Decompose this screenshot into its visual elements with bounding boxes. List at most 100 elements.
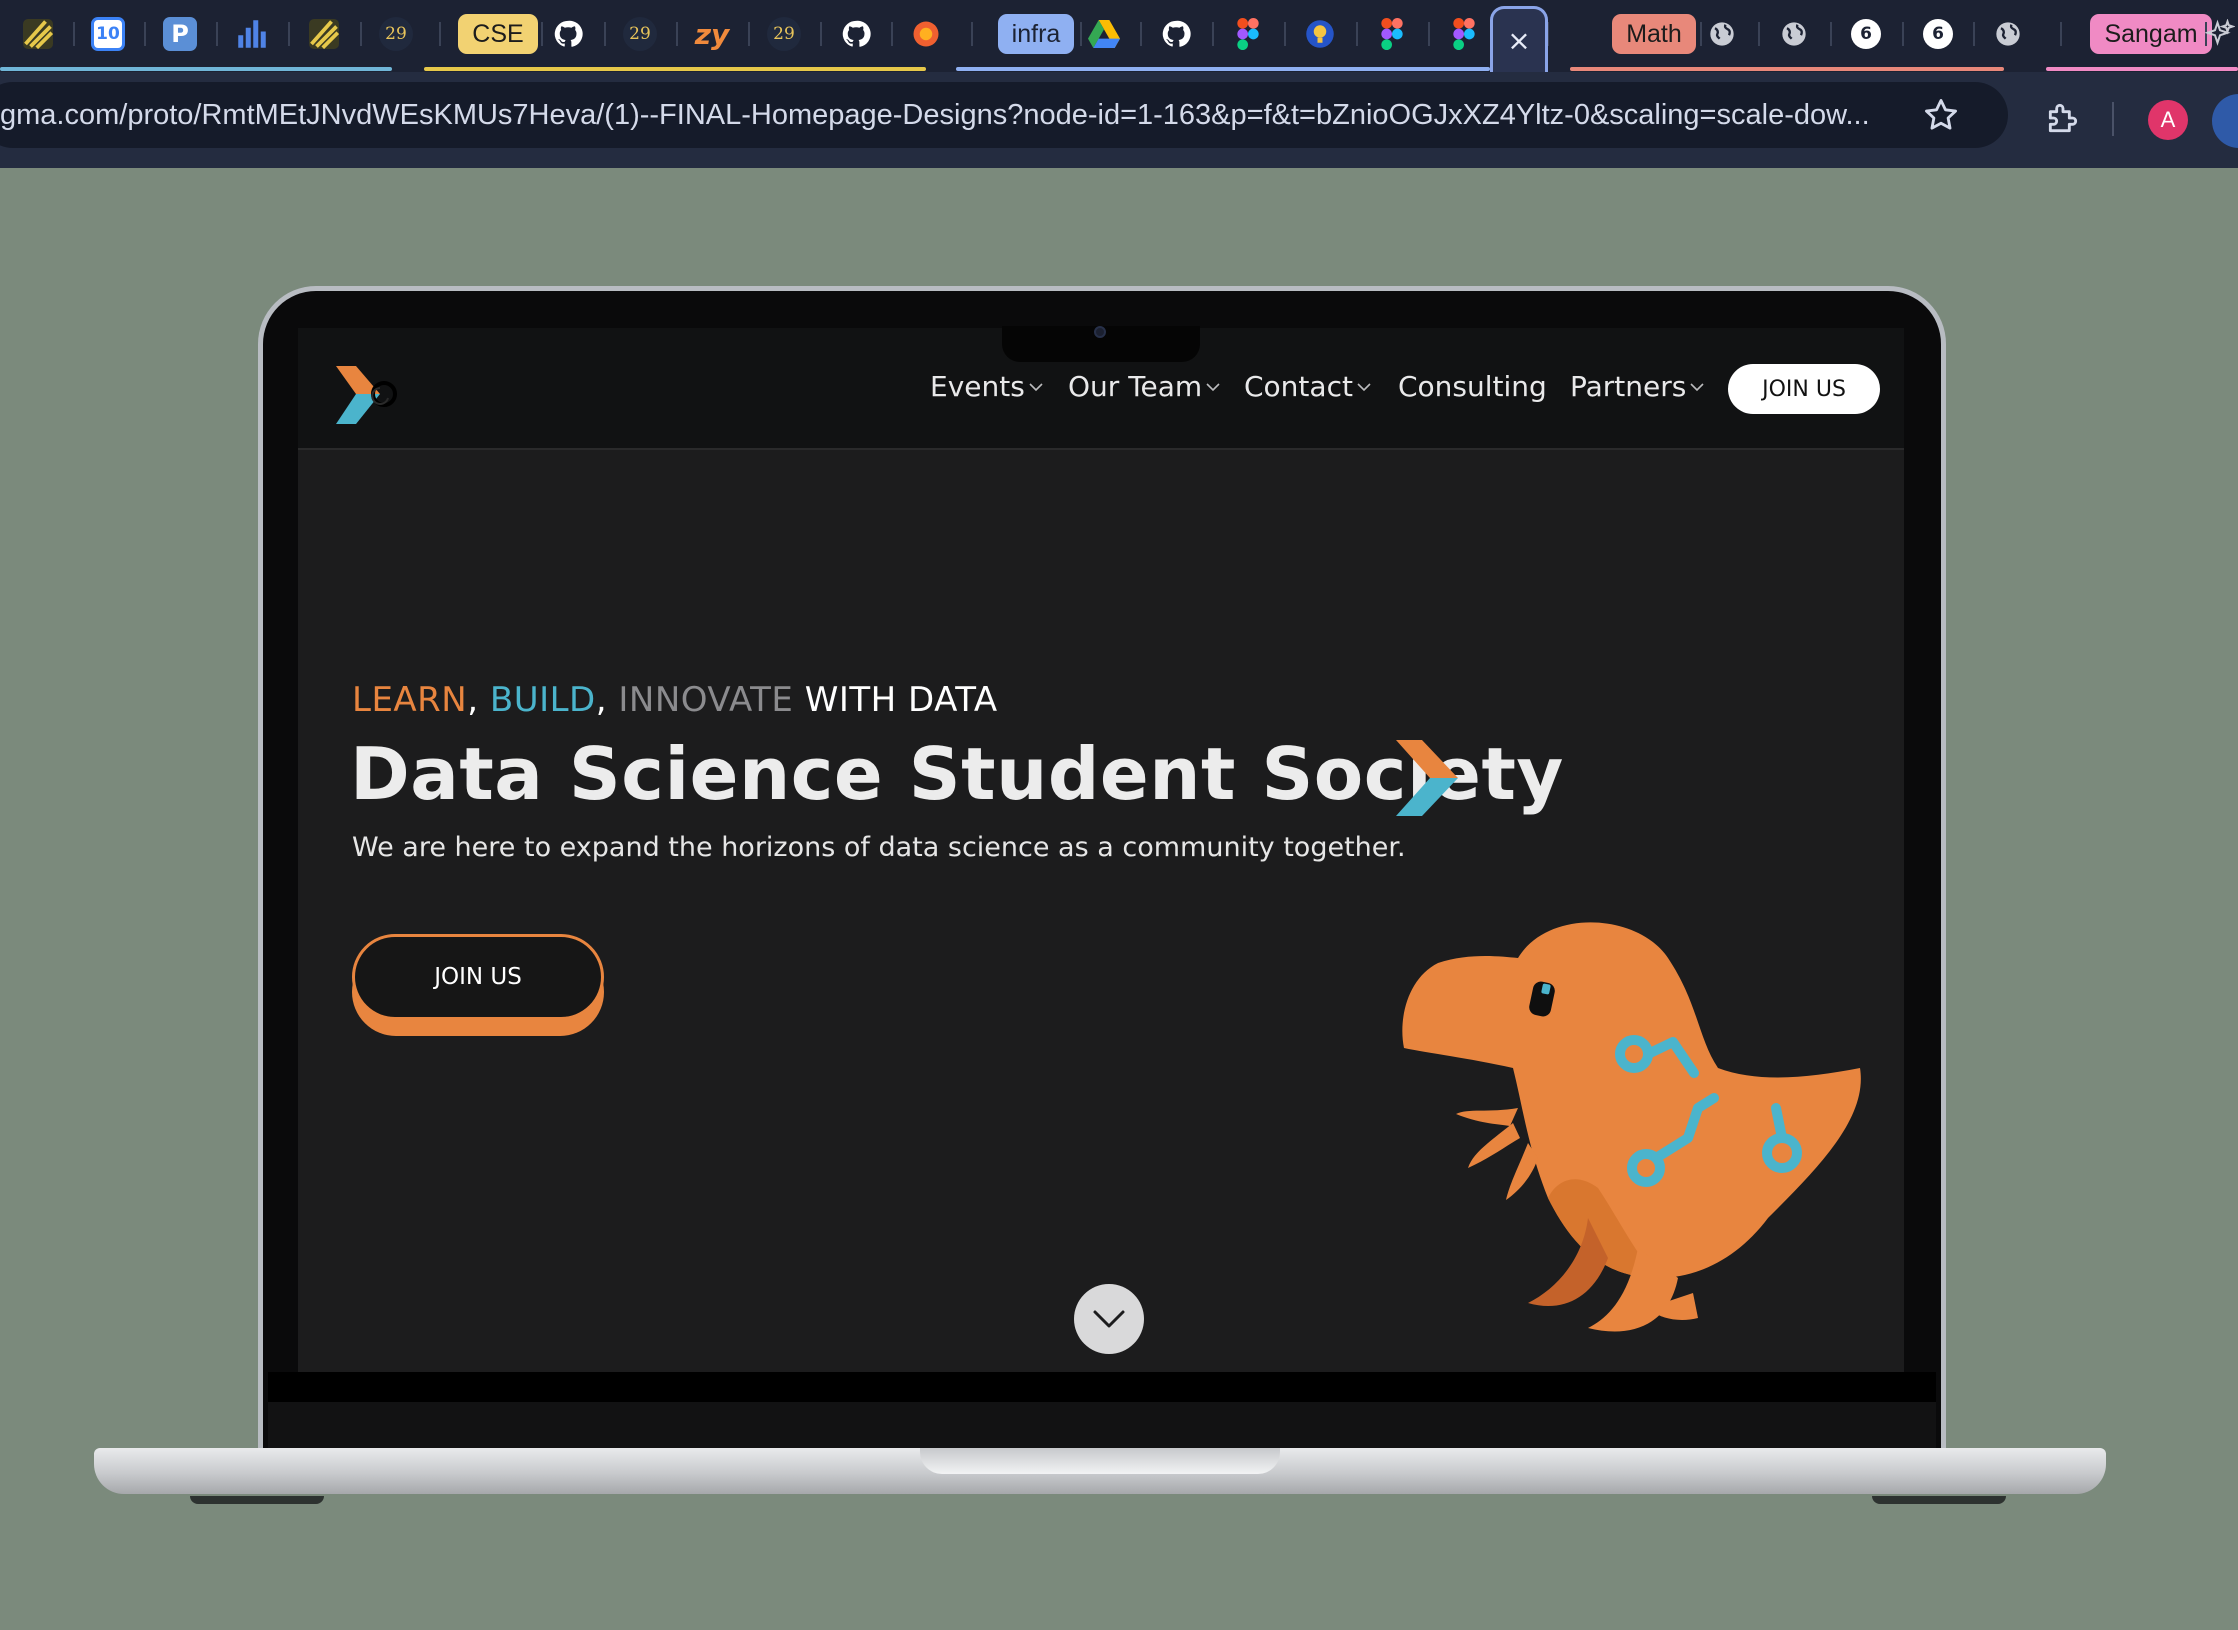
chevron-down-icon — [1206, 377, 1220, 396]
browser-tab[interactable]: Sangam — [2090, 10, 2212, 58]
browser-tab[interactable]: Math — [1610, 10, 1698, 58]
browser-tab[interactable] — [548, 10, 588, 58]
tab-separator — [1428, 22, 1430, 46]
laptop-base-groove — [920, 1448, 1280, 1474]
tab-separator — [73, 22, 75, 46]
calendar-icon: 10 — [91, 17, 125, 51]
chevron-down-icon — [1093, 1310, 1125, 1328]
browser-tab[interactable]: 29 — [620, 10, 660, 58]
tab-group-label[interactable]: infra — [997, 14, 1075, 54]
nav-item-label: Events — [930, 370, 1025, 403]
browser-tab[interactable] — [906, 10, 946, 58]
nav-item-our-team[interactable]: Our Team — [1068, 370, 1220, 403]
six-icon: 6 — [1851, 19, 1881, 49]
browser-tab[interactable]: zy — [692, 10, 732, 58]
camera-icon — [1094, 326, 1106, 338]
tab-group-underline — [0, 67, 392, 71]
tab-separator — [1140, 22, 1142, 46]
tab-group-underline — [2046, 67, 2238, 71]
p-icon: P — [163, 17, 197, 51]
nav-item-label: Contact — [1244, 370, 1353, 403]
browser-chrome: 10 P 29 CSE 29 zy 29 infra Math 6 6 Sangam × gma.co… — [0, 0, 2238, 168]
nav-join-button[interactable]: JOIN US — [1728, 364, 1880, 414]
browser-tab[interactable] — [1300, 10, 1340, 58]
bulb-icon — [1303, 17, 1337, 51]
browser-tab[interactable] — [1084, 10, 1124, 58]
tab-strip: 10 P 29 CSE 29 zy 29 infra Math 6 6 Sangam × — [0, 0, 2238, 72]
bookmark-star-icon[interactable] — [1922, 96, 1960, 134]
website-screen: Events Our Team Contact Consulting Partners … — [298, 328, 1904, 1372]
flower-icon — [909, 17, 943, 51]
browser-tab[interactable] — [2200, 10, 2238, 58]
badge-29-icon: 29 — [767, 17, 801, 51]
nav-item-label: Consulting — [1398, 370, 1547, 403]
toolbar: gma.com/proto/RmtMEtJNvdWEsKMUs7Heva/(1)… — [0, 72, 2238, 168]
nav-item-consulting[interactable]: Consulting — [1398, 370, 1547, 403]
extensions-puzzle-icon[interactable] — [2044, 98, 2082, 138]
ds3-logo-icon[interactable] — [334, 364, 398, 428]
browser-tab[interactable] — [1156, 10, 1196, 58]
tab-separator — [971, 22, 973, 46]
tab-separator — [439, 22, 441, 46]
browser-tab[interactable]: infra — [996, 10, 1076, 58]
tab-group-label[interactable]: Math — [1612, 14, 1696, 54]
browser-tab[interactable] — [304, 10, 344, 58]
github-icon — [1159, 17, 1193, 51]
browser-tab[interactable] — [1702, 10, 1742, 58]
browser-tab[interactable] — [836, 10, 876, 58]
browser-tab[interactable] — [1774, 10, 1814, 58]
nav-item-events[interactable]: Events — [930, 370, 1043, 403]
laptop-foot-left — [190, 1496, 324, 1504]
tab-separator — [288, 22, 290, 46]
side-panel-button[interactable] — [2212, 94, 2238, 148]
tab-group-label[interactable]: CSE — [458, 14, 538, 54]
address-bar[interactable]: gma.com/proto/RmtMEtJNvdWEsKMUs7Heva/(1)… — [0, 82, 2008, 148]
tab-separator — [1758, 22, 1760, 46]
tab-separator — [748, 22, 750, 46]
browser-tab[interactable] — [232, 10, 272, 58]
tab-separator — [541, 22, 543, 46]
tab-separator — [216, 22, 218, 46]
url-text[interactable]: gma.com/proto/RmtMEtJNvdWEsKMUs7Heva/(1)… — [0, 82, 1900, 148]
join-button-face[interactable]: JOIN US — [352, 934, 604, 1020]
browser-tab[interactable]: 10 — [88, 10, 128, 58]
nav-item-partners[interactable]: Partners — [1570, 370, 1704, 403]
globe-icon — [1705, 17, 1739, 51]
globe-icon — [1777, 17, 1811, 51]
chevron-down-icon — [1690, 377, 1704, 396]
profile-avatar[interactable]: A — [2148, 100, 2188, 140]
close-tab-icon[interactable]: × — [1507, 24, 1530, 57]
browser-tab[interactable] — [1444, 10, 1484, 58]
browser-tab[interactable]: 29 — [764, 10, 804, 58]
tagline-sep-1: , — [467, 680, 490, 720]
browser-tab[interactable]: CSE — [458, 10, 538, 58]
globe-icon — [1991, 17, 2025, 51]
browser-tab[interactable] — [1988, 10, 2028, 58]
chevron-down-icon — [1357, 377, 1371, 396]
active-tab[interactable]: × — [1490, 6, 1548, 72]
tab-separator — [676, 22, 678, 46]
chevron-down-icon — [1029, 377, 1043, 396]
tab-separator — [1356, 22, 1358, 46]
tab-group-underline — [424, 67, 926, 71]
scroll-down-button[interactable] — [1074, 1284, 1144, 1354]
browser-tab[interactable]: 6 — [1846, 10, 1886, 58]
zy-icon: zy — [694, 17, 730, 51]
tagline-with-data: WITH DATA — [793, 680, 998, 720]
browser-tab[interactable]: P — [160, 10, 200, 58]
dinosaur-mascot-icon — [1402, 922, 1861, 1332]
browser-tab[interactable] — [1228, 10, 1268, 58]
tab-separator — [820, 22, 822, 46]
browser-tab[interactable]: 6 — [1918, 10, 1958, 58]
github-icon — [551, 17, 585, 51]
chevron-logo-icon — [1396, 740, 1458, 816]
browser-tab[interactable]: 29 — [376, 10, 416, 58]
laptop-foot-right — [1872, 1496, 2006, 1504]
nav-item-contact[interactable]: Contact — [1244, 370, 1371, 403]
hero-join-button[interactable]: JOIN US — [352, 934, 604, 1038]
tab-group-label[interactable]: Sangam — [2090, 14, 2212, 54]
tab-separator — [2060, 22, 2062, 46]
browser-tab[interactable] — [18, 10, 58, 58]
tab-group-underline — [956, 67, 1490, 71]
browser-tab[interactable] — [1372, 10, 1412, 58]
